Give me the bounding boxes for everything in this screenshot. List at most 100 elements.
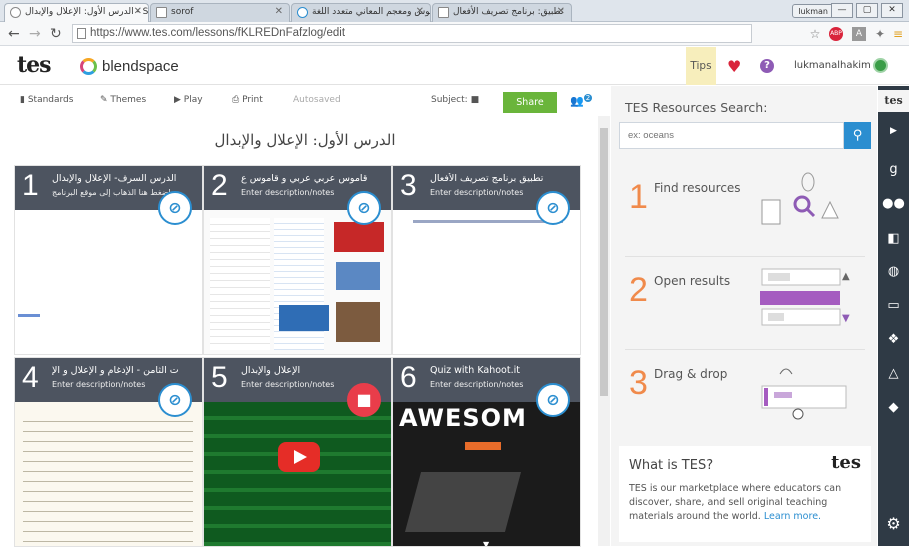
- tile-title[interactable]: تطبيق برنامج تصريف الأفعال: [430, 173, 576, 184]
- link-icon[interactable]: ⊘: [536, 383, 570, 417]
- print-label: Print: [242, 95, 263, 105]
- share-button[interactable]: Share: [503, 92, 557, 113]
- url-field[interactable]: https://www.tes.com/lessons/fKLREDnFafzl…: [72, 24, 752, 43]
- google-icon[interactable]: g: [878, 162, 909, 177]
- collaborators-icon[interactable]: 👥 2: [570, 94, 593, 108]
- gear-icon[interactable]: ⚙: [878, 514, 909, 533]
- forward-icon[interactable]: →: [29, 26, 41, 42]
- close-tab-icon[interactable]: ✕: [416, 6, 424, 17]
- browser-user-pill[interactable]: lukman: [792, 4, 834, 18]
- tile-number: 4: [22, 361, 39, 394]
- app-header: tes blendspace Tips ♥ ? lukmanalhakim: [0, 47, 909, 85]
- tile-title[interactable]: الإعلال والإبدال: [241, 365, 387, 376]
- play-icon: ▶: [174, 95, 184, 105]
- tab-label: تطبيق: برنامج تصريف الأفعال: [453, 7, 564, 17]
- step-number: 2: [629, 271, 648, 309]
- browser-tab-lesson[interactable]: الدرس الأول: الإعلال والإبدال - S ✕: [4, 3, 149, 22]
- printer-icon: ⎙: [232, 95, 243, 105]
- tile-title[interactable]: ت الثامن - الإدغام و الإعلال و الإ: [52, 365, 198, 376]
- browser-tab-sorof[interactable]: sorof ✕: [150, 3, 290, 22]
- menu-icon[interactable]: ≡: [891, 27, 905, 41]
- scrollbar-thumb[interactable]: [600, 128, 608, 396]
- avatar[interactable]: [873, 58, 888, 73]
- learn-more-link[interactable]: Learn more.: [764, 511, 821, 522]
- blendspace-logo[interactable]: blendspace: [80, 58, 179, 75]
- star-icon[interactable]: ☆: [808, 27, 822, 41]
- back-icon[interactable]: ←: [8, 26, 20, 42]
- lesson-tile-5[interactable]: 5 الإعلال والإبدال Enter description/not…: [203, 357, 392, 547]
- link-icon[interactable]: ⊘: [536, 191, 570, 225]
- minimize-button[interactable]: —: [831, 3, 853, 18]
- link-icon[interactable]: ⊘: [347, 191, 381, 225]
- close-window-button[interactable]: ✕: [881, 3, 903, 18]
- print-button[interactable]: ⎙ Print: [232, 95, 263, 105]
- maximize-button[interactable]: ▢: [856, 3, 878, 18]
- dropbox-icon[interactable]: ❖: [878, 332, 909, 347]
- lesson-tile-1[interactable]: 1 الدرس السرف- الإعلال والإبدال اضغط هنا…: [14, 165, 203, 355]
- username[interactable]: lukmanalhakim: [794, 60, 871, 71]
- step-label: Drag & drop: [654, 367, 728, 381]
- blendspace-label: blendspace: [102, 58, 179, 75]
- autosaved-status: Autosaved: [293, 95, 341, 105]
- step-open: 2 Open results ▲ ▼: [625, 257, 865, 350]
- play-button[interactable]: ▶ Play: [174, 95, 203, 105]
- step-find: 1 Find resources: [625, 164, 865, 257]
- extension-icon[interactable]: A: [852, 27, 866, 41]
- tips-button[interactable]: Tips: [686, 47, 716, 85]
- bookmark-icon: ▮: [20, 95, 28, 105]
- tile-number: 3: [400, 169, 417, 202]
- svg-text:▼: ▼: [842, 313, 850, 324]
- video-camera-icon[interactable]: ■: [347, 383, 381, 417]
- globe-icon[interactable]: ◍: [878, 264, 909, 279]
- tes-logo[interactable]: tes: [17, 52, 52, 78]
- heart-icon[interactable]: ♥: [727, 57, 741, 76]
- lesson-tile-6[interactable]: AWESOM ▼ 6 Quiz with Kahoot.it Enter des…: [392, 357, 581, 547]
- tes-mini-logo: tes: [831, 452, 861, 473]
- tag-icon[interactable]: ◆: [878, 400, 909, 415]
- close-tab-icon[interactable]: ✕: [557, 6, 565, 17]
- drive-icon[interactable]: △: [878, 366, 909, 381]
- tile-thumbnail: [204, 210, 391, 354]
- reload-icon[interactable]: ↻: [50, 26, 62, 42]
- step-label: Open results: [654, 274, 731, 288]
- tile-title[interactable]: قاموس عربي عربي و قاموس ع: [241, 173, 387, 184]
- adblock-icon[interactable]: ABP: [829, 27, 843, 41]
- flickr-icon[interactable]: ●●: [878, 196, 909, 211]
- themes-button[interactable]: ✎ Themes: [100, 95, 146, 105]
- monitor-icon[interactable]: ▭: [878, 298, 909, 313]
- browser-tab-conjugation[interactable]: تطبيق: برنامج تصريف الأفعال ✕: [432, 3, 572, 22]
- link-icon[interactable]: ⊘: [158, 191, 192, 225]
- tile-title[interactable]: Quiz with Kahoot.it: [430, 365, 576, 376]
- svg-text:▲: ▲: [842, 271, 850, 282]
- lesson-tile-2[interactable]: 2 قاموس عربي عربي و قاموس ع Enter descri…: [203, 165, 392, 355]
- tab-label: قاموس ومعجم المعاني متعدد اللغة: [312, 7, 431, 17]
- window-controls: — ▢ ✕: [831, 3, 903, 18]
- search-icon[interactable]: ⚲: [844, 122, 871, 149]
- lesson-title[interactable]: الدرس الأول: الإعلال والإبدال: [14, 131, 596, 149]
- link-icon[interactable]: ⊘: [158, 383, 192, 417]
- play-video-icon[interactable]: [278, 442, 320, 472]
- what-is-tes-card: What is TES? tes TES is our marketplace …: [619, 446, 871, 542]
- tile-thumbnail: [15, 210, 202, 354]
- tile-thumbnail: [393, 210, 580, 354]
- youtube-icon[interactable]: ▶: [878, 126, 909, 136]
- extension-puzzle-icon[interactable]: ✦: [873, 27, 887, 41]
- tile-number: 6: [400, 361, 417, 394]
- tes-source-tab[interactable]: tes: [878, 90, 909, 112]
- book-icon[interactable]: ◧: [878, 231, 909, 246]
- browser-tab-dictionary[interactable]: قاموس ومعجم المعاني متعدد اللغة ✕: [291, 3, 431, 22]
- lesson-tile-4[interactable]: 4 ت الثامن - الإدغام و الإعلال و الإ Ent…: [14, 357, 203, 547]
- close-tab-icon[interactable]: ✕: [275, 6, 283, 17]
- main-scrollbar[interactable]: [598, 116, 610, 546]
- close-tab-icon[interactable]: ✕: [134, 6, 142, 17]
- resources-search-input[interactable]: [619, 122, 844, 149]
- standards-button[interactable]: ▮ Standards: [20, 95, 73, 105]
- loading-icon: [10, 7, 21, 18]
- subject-selector[interactable]: Subject: ■: [431, 95, 479, 105]
- url-text: https://www.tes.com/lessons/fKLREDnFafzl…: [90, 27, 346, 39]
- themes-label: Themes: [110, 95, 147, 105]
- tile-title[interactable]: الدرس السرف- الإعلال والإبدال: [52, 173, 198, 184]
- lesson-tile-3[interactable]: 3 تطبيق برنامج تصريف الأفعال Enter descr…: [392, 165, 581, 355]
- help-icon[interactable]: ?: [760, 59, 774, 73]
- book-icon: ■: [470, 95, 480, 105]
